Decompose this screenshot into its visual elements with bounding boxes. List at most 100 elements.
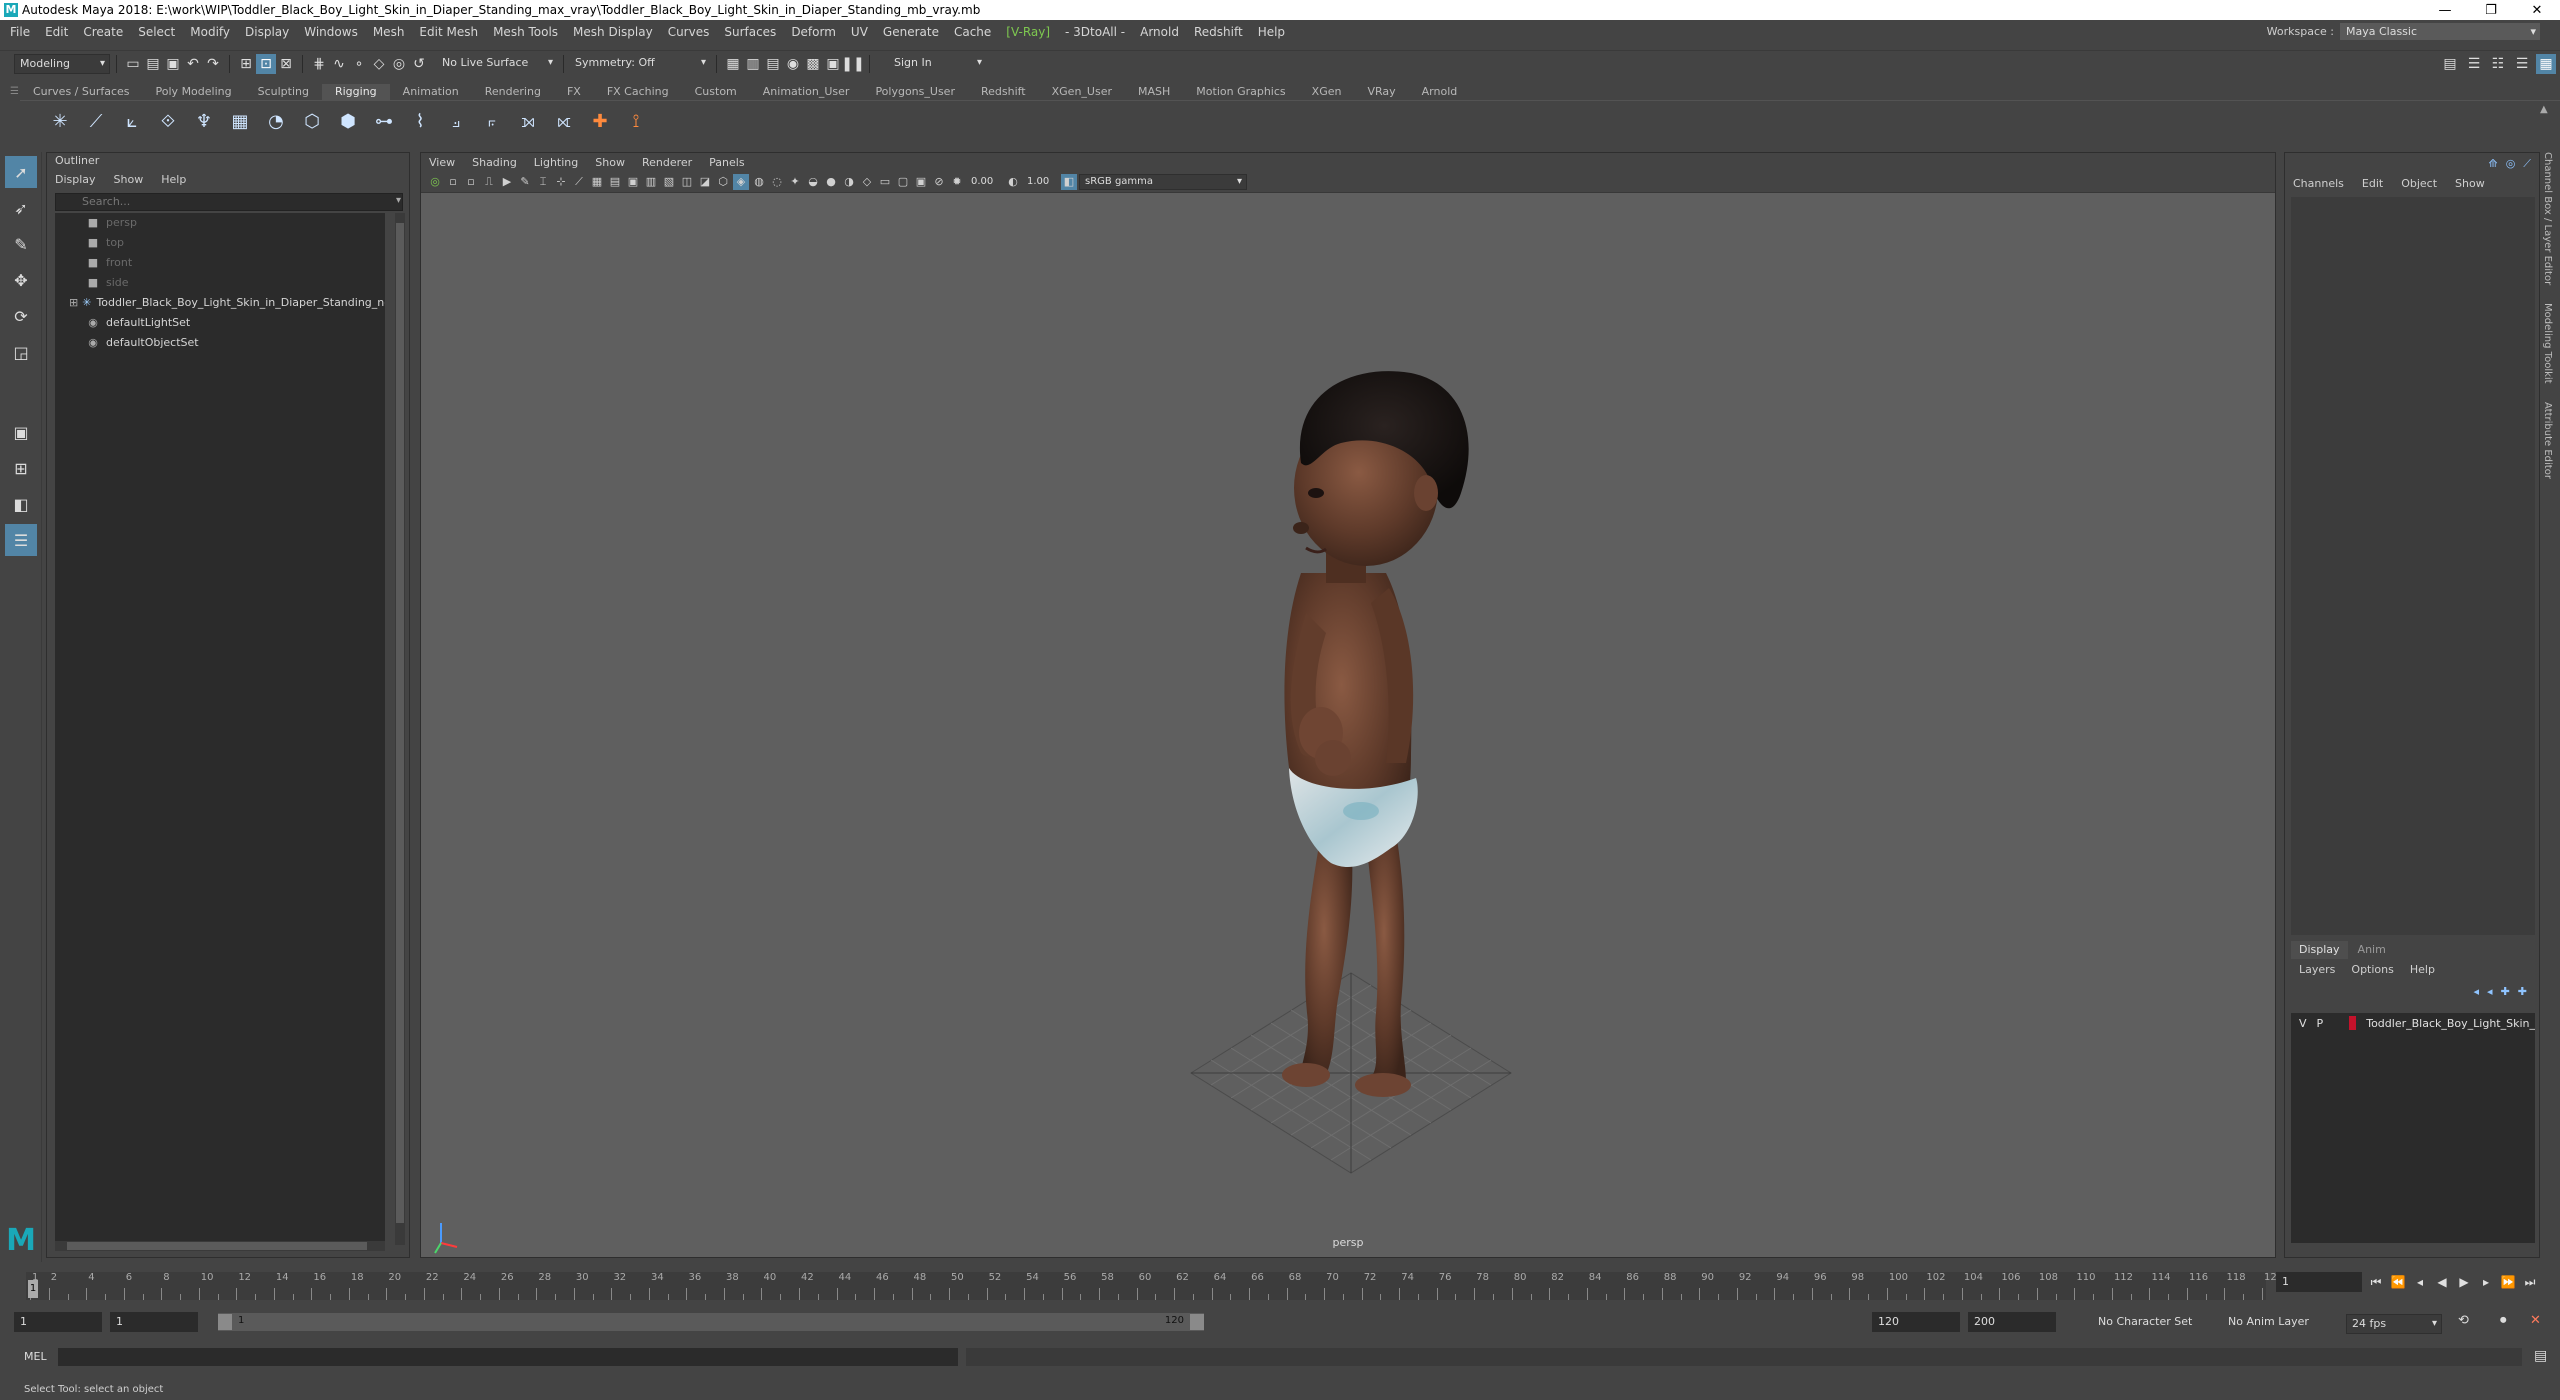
xray-active-icon[interactable]: ◇: [859, 174, 875, 190]
outliner-item-default-object-set[interactable]: ◉ defaultObjectSet: [55, 333, 385, 353]
humanik-icon[interactable]: ♆: [192, 110, 216, 134]
resolution-gate-icon[interactable]: ▭: [877, 174, 893, 190]
outliner-item-toddler[interactable]: ⊞ ✳ Toddler_Black_Boy_Light_Skin_in_Diaper…: [55, 293, 385, 313]
outliner-menu-display[interactable]: Display: [55, 173, 96, 186]
step-forward-frame-icon[interactable]: ▸: [2478, 1274, 2494, 1290]
ik-handle-icon[interactable]: ⟋: [84, 110, 108, 134]
menu-mesh-display[interactable]: Mesh Display: [573, 25, 653, 39]
parent-constraint-icon[interactable]: ⟓: [444, 110, 468, 134]
outliner-item-top[interactable]: ■ top: [55, 233, 385, 253]
wrap-icon[interactable]: ⬡: [300, 110, 324, 134]
snap-view-plane-icon[interactable]: ◇: [369, 54, 389, 74]
shelf-scroll-icon[interactable]: ▲: [2540, 104, 2548, 115]
menu-uv[interactable]: UV: [851, 25, 868, 39]
shelf-tab-rigging[interactable]: Rigging: [321, 84, 390, 100]
menu-mesh[interactable]: Mesh: [373, 25, 405, 39]
render-settings-icon[interactable]: ◉: [783, 54, 803, 74]
side-tab-attribute-editor[interactable]: Attribute Editor: [2542, 402, 2553, 479]
shelf-tab-custom[interactable]: Custom: [682, 84, 750, 100]
shelf-tab-poly-modeling[interactable]: Poly Modeling: [143, 84, 245, 100]
side-tab-channel-box[interactable]: Channel Box / Layer Editor: [2542, 152, 2553, 285]
step-back-frame-icon[interactable]: ◂: [2412, 1274, 2428, 1290]
play-forwards-icon[interactable]: ▶: [2456, 1274, 2472, 1290]
menu-mesh-tools[interactable]: Mesh Tools: [493, 25, 558, 39]
menu-modify[interactable]: Modify: [190, 25, 230, 39]
viewport-menu-view[interactable]: View: [429, 156, 455, 169]
channelbox-menu-object[interactable]: Object: [2401, 177, 2437, 190]
channelbox-pin-icon[interactable]: ⟋: [2523, 157, 2531, 171]
menu-generate[interactable]: Generate: [883, 25, 939, 39]
exposure-field[interactable]: 0.00: [967, 174, 1003, 190]
isolate-select-icon[interactable]: ●: [823, 174, 839, 190]
expand-icon[interactable]: ⊞: [69, 293, 78, 313]
shelf-tab-xgen-user[interactable]: XGen_User: [1039, 84, 1125, 100]
range-start-handle[interactable]: [218, 1314, 232, 1330]
menu-surfaces[interactable]: Surfaces: [724, 25, 776, 39]
channel-box-icon[interactable]: ☰: [2512, 54, 2532, 74]
go-to-start-icon[interactable]: ⏮: [2368, 1274, 2384, 1290]
cluster-icon[interactable]: ◔: [264, 110, 288, 134]
fps-dropdown[interactable]: 24 fps: [2346, 1314, 2442, 1334]
locator-icon[interactable]: ✚: [588, 110, 612, 134]
select-hierarchy-icon[interactable]: ⊞: [236, 54, 256, 74]
layer-playback-toggle[interactable]: P: [2317, 1017, 2324, 1030]
shelf-tab-animation-user[interactable]: Animation_User: [750, 84, 863, 100]
menu-windows[interactable]: Windows: [304, 25, 358, 39]
shadows-icon[interactable]: ◪: [697, 174, 713, 190]
four-view-layout-icon[interactable]: ⊞: [5, 452, 37, 484]
menu-arnold[interactable]: Arnold: [1140, 25, 1179, 39]
scrollbar-thumb[interactable]: [67, 1242, 367, 1250]
live-surface-dropdown[interactable]: No Live Surface: [437, 54, 557, 74]
safe-action-icon[interactable]: ⟋: [571, 174, 587, 190]
paint-weights-icon[interactable]: ⌇: [408, 110, 432, 134]
save-scene-icon[interactable]: ▣: [163, 54, 183, 74]
wireframe-icon[interactable]: ▤: [607, 174, 623, 190]
layer-tab-anim[interactable]: Anim: [2350, 941, 2394, 959]
menu-file[interactable]: File: [10, 25, 30, 39]
field-chart-icon[interactable]: ▣: [913, 174, 929, 190]
orient-constraint-icon[interactable]: ⟕: [516, 110, 540, 134]
safe-title-icon[interactable]: ⊘: [931, 174, 947, 190]
render-view-icon[interactable]: ▦: [723, 54, 743, 74]
layer-menu-options[interactable]: Options: [2351, 963, 2393, 976]
move-layer-up-icon[interactable]: ◂: [2474, 985, 2480, 998]
camera-bookmark-icon[interactable]: ▫: [445, 174, 461, 190]
script-editor-icon[interactable]: ▤: [2534, 1348, 2547, 1364]
shelf-tab-fx[interactable]: FX: [554, 84, 594, 100]
shelf-tab-vray[interactable]: VRay: [1354, 84, 1408, 100]
menu-deform[interactable]: Deform: [791, 25, 836, 39]
current-frame-marker[interactable]: 1: [28, 1280, 38, 1298]
restore-button[interactable]: ❐: [2468, 0, 2514, 20]
paint-select-tool-icon[interactable]: ✎: [5, 228, 37, 260]
menu-vray[interactable]: [V-Ray]: [1006, 25, 1050, 39]
tool-settings-icon[interactable]: ☷: [2488, 54, 2508, 74]
animation-end-field[interactable]: 200: [1968, 1312, 2056, 1332]
viewport-menu-renderer[interactable]: Renderer: [642, 156, 692, 169]
shelf-tab-xgen[interactable]: XGen: [1299, 84, 1355, 100]
shelf-tab-curves-surfaces[interactable]: Curves / Surfaces: [20, 84, 143, 100]
single-perspective-layout-icon[interactable]: ▣: [5, 416, 37, 448]
channelbox-menu-edit[interactable]: Edit: [2362, 177, 2383, 190]
snap-grid-icon[interactable]: ⋕: [309, 54, 329, 74]
outliner-layout-icon[interactable]: ☰: [5, 524, 37, 556]
close-button[interactable]: ✕: [2514, 0, 2560, 20]
gate-mask-icon[interactable]: ▢: [895, 174, 911, 190]
outliner-item-default-light-set[interactable]: ◉ defaultLightSet: [55, 313, 385, 333]
outliner-item-front[interactable]: ■ front: [55, 253, 385, 273]
shelf-tab-redshift[interactable]: Redshift: [968, 84, 1039, 100]
grease-pencil-icon[interactable]: ✎: [517, 174, 533, 190]
ipr-render-icon[interactable]: ▤: [763, 54, 783, 74]
vray-render-icon[interactable]: ▣: [823, 54, 843, 74]
grid-icon[interactable]: ▦: [589, 174, 605, 190]
viewport-menu-shading[interactable]: Shading: [472, 156, 517, 169]
anim-layer-dropdown[interactable]: No Anim Layer: [2228, 1315, 2309, 1328]
anim-preferences-icon[interactable]: ✕: [2530, 1313, 2541, 1328]
outliner-search-input[interactable]: Search...: [55, 193, 403, 211]
script-language-label[interactable]: MEL: [24, 1350, 47, 1363]
select-tool-icon[interactable]: ➚: [5, 156, 37, 188]
viewport-menu-lighting[interactable]: Lighting: [534, 156, 578, 169]
move-tool-icon[interactable]: ✥: [5, 264, 37, 296]
range-end-handle[interactable]: [1190, 1314, 1204, 1330]
menu-cache[interactable]: Cache: [954, 25, 991, 39]
menu-edit-mesh[interactable]: Edit Mesh: [419, 25, 478, 39]
